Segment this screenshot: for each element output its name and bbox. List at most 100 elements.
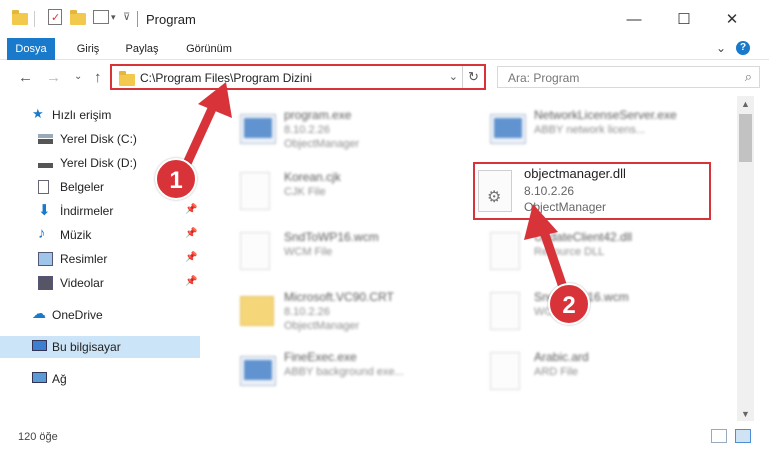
pin-icon[interactable]: 📌 — [185, 228, 197, 239]
application-icon — [240, 114, 276, 144]
file-item-sndtowp16-wcm-2[interactable]: SndToWP16.wcm WCM File — [470, 282, 710, 340]
ribbon: Dosya Giriş Paylaş Görünüm ⌄ ? — [0, 38, 769, 60]
vertical-scrollbar[interactable]: ▲ ▼ — [737, 96, 754, 421]
file-description: ABBY background exe... — [284, 366, 404, 378]
pin-icon[interactable]: 📌 — [185, 276, 197, 287]
up-button[interactable]: ↑ — [94, 69, 102, 86]
expand-ribbon-icon[interactable]: ⌄ — [716, 41, 726, 55]
sidebar-item-label: Resimler — [60, 252, 108, 266]
file-list: program.exe 8.10.2.26 ObjectManager Netw… — [210, 96, 737, 421]
tab-gorunum[interactable]: Görünüm — [178, 38, 240, 60]
file-item-sndtowp16-wcm[interactable]: SndToWP16.wcm WCM File — [220, 222, 460, 280]
tab-giris[interactable]: Giriş — [68, 38, 108, 60]
sidebar-item-muzik[interactable]: ♪ Müzik 📌 — [0, 224, 200, 246]
close-button[interactable]: ✕ — [709, 6, 755, 32]
sidebar-item-label: Yerel Disk (D:) — [60, 156, 137, 170]
file-item-arabic-ard[interactable]: Arabic.ard ARD File — [470, 342, 710, 400]
folder-icon — [240, 296, 274, 326]
scroll-down-icon[interactable]: ▼ — [741, 409, 750, 419]
step-badge-2: 2 — [548, 283, 590, 325]
sidebar-item-network[interactable]: Ağ — [0, 368, 200, 390]
sidebar-item-label: Yerel Disk (C:) — [60, 132, 137, 146]
details-view-icon[interactable] — [711, 429, 727, 443]
application-icon — [490, 114, 526, 144]
minimize-button[interactable]: — — [611, 6, 657, 32]
back-button[interactable]: ← — [18, 69, 33, 86]
file-type: ARD File — [534, 366, 579, 378]
tab-dosya[interactable]: Dosya — [7, 38, 55, 60]
sidebar-item-resimler[interactable]: Resimler 📌 — [0, 248, 200, 270]
file-type: Resource DLL — [534, 246, 605, 258]
navigation-bar: ← → ⌄ ↑ C:\Program Files\Program Dizini … — [0, 60, 769, 96]
pin-icon[interactable]: 📌 — [185, 204, 197, 215]
search-icon: ⌕ — [744, 69, 752, 84]
file-description: ABBY network licens... — [534, 124, 646, 136]
search-placeholder: Ara: Program — [508, 71, 580, 85]
item-count: 120 öğe — [18, 431, 58, 443]
file-type: CJK File — [284, 186, 326, 198]
sidebar-item-label: OneDrive — [52, 308, 103, 322]
large-icons-view-icon[interactable] — [735, 429, 751, 443]
sidebar-item-label: Videolar — [60, 276, 104, 290]
file-item-microsoft-vc90-crt[interactable]: Microsoft.VC90.CRT 8.10.2.26 ObjectManag… — [220, 282, 460, 340]
cloud-icon: ☁ — [32, 305, 46, 321]
sidebar-item-this-pc[interactable]: Bu bilgisayar — [0, 336, 200, 358]
help-icon[interactable]: ? — [736, 41, 750, 55]
scroll-up-icon[interactable]: ▲ — [741, 99, 750, 109]
videos-icon — [38, 276, 53, 290]
view-icon[interactable] — [93, 10, 109, 24]
separator — [34, 11, 35, 27]
properties-icon[interactable]: ✓ — [48, 9, 62, 25]
scrollbar-thumb[interactable] — [739, 114, 752, 162]
maximize-button[interactable]: ☐ — [661, 6, 707, 32]
file-version: 8.10.2.26 — [284, 306, 330, 318]
file-description: ObjectManager — [284, 320, 360, 332]
customize-toolbar-icon[interactable]: ⊽ — [123, 12, 130, 30]
file-name: NetworkLicenseServer.exe — [534, 108, 677, 122]
highlight-box — [473, 162, 711, 220]
file-item-fineexec-exe[interactable]: FineExec.exe ABBY background exe... — [220, 342, 460, 400]
file-item-networklicenseserver[interactable]: NetworkLicenseServer.exe ABBY network li… — [470, 100, 710, 158]
sidebar-item-indirmeler[interactable]: ⬇ İndirmeler 📌 — [0, 200, 200, 222]
chevron-down-icon[interactable]: ▾ — [111, 12, 116, 30]
file-item-updateclient42-dll[interactable]: UpdateClient42.dll Resource DLL — [470, 222, 710, 280]
file-item-korean-cjk[interactable]: Korean.cjk CJK File — [220, 162, 460, 220]
application-icon — [240, 356, 276, 386]
sidebar-item-videolar[interactable]: Videolar 📌 — [0, 272, 200, 294]
file-name: Arabic.ard — [534, 350, 589, 364]
search-input[interactable]: Ara: Program ⌕ — [497, 66, 760, 88]
sidebar-item-label: Bu bilgisayar — [52, 340, 121, 354]
file-item-program-exe[interactable]: program.exe 8.10.2.26 ObjectManager — [220, 100, 460, 158]
refresh-button[interactable]: ↻ — [462, 66, 484, 88]
sidebar-item-label: Hızlı erişim — [52, 108, 112, 122]
tab-paylas[interactable]: Paylaş — [118, 38, 166, 60]
recent-locations-button[interactable]: ⌄ — [74, 71, 82, 82]
sidebar-item-onedrive[interactable]: ☁ OneDrive — [0, 304, 200, 326]
file-description: ObjectManager — [284, 138, 360, 150]
file-icon — [490, 352, 520, 390]
separator — [137, 11, 138, 27]
title-bar: ✓ ▾ ⊽ Program — ☐ ✕ — [0, 0, 769, 38]
drive-icon — [38, 158, 53, 168]
file-icon — [240, 232, 270, 270]
folder-icon — [119, 71, 135, 86]
sidebar-item-label: İndirmeler — [60, 204, 114, 218]
sidebar-item-label: Ağ — [52, 372, 67, 386]
address-bar[interactable]: C:\Program Files\Program Dizini ⌄ ↻ — [110, 64, 486, 90]
sidebar-item-label: Müzik — [60, 228, 92, 242]
pin-icon[interactable]: 📌 — [185, 252, 197, 263]
sidebar-item-quick-access[interactable]: ★ Hızlı erişim — [0, 104, 200, 126]
address-path[interactable]: C:\Program Files\Program Dizini — [140, 71, 312, 85]
chevron-down-icon[interactable]: ⌄ — [449, 70, 458, 83]
file-name: program.exe — [284, 108, 352, 122]
pictures-icon — [38, 252, 53, 266]
music-icon: ♪ — [38, 225, 46, 242]
documents-icon — [38, 180, 49, 194]
status-bar: 120 öğe — [0, 421, 769, 466]
navigation-pane: ★ Hızlı erişim Yerel Disk (C:) Yerel Dis… — [0, 96, 210, 421]
forward-button[interactable]: → — [46, 69, 61, 86]
file-name: SndToWP16.wcm — [284, 230, 379, 244]
drive-icon — [38, 134, 53, 144]
sidebar-item-c-drive[interactable]: Yerel Disk (C:) — [0, 128, 200, 150]
file-type: WCM File — [284, 246, 333, 258]
